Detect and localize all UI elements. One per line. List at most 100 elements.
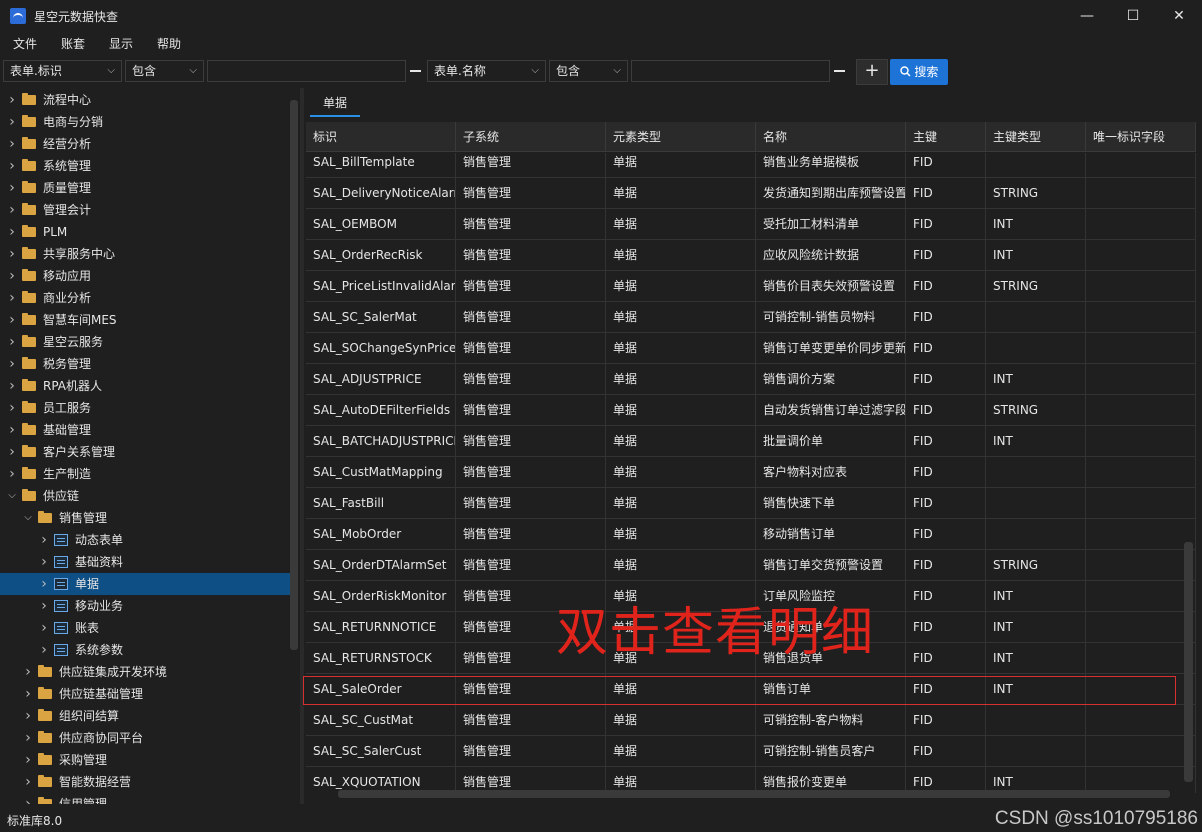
column-header[interactable]: 主键类型 [986,122,1086,152]
chevron-right-icon[interactable]: › [22,793,34,804]
column-header[interactable]: 子系统 [456,122,606,152]
table-row[interactable]: SAL_SC_SalerMat 销售管理 单据 可销控制-销售员物料 FID [306,302,1196,333]
tree-item[interactable]: ⌵ 销售管理 [0,507,290,529]
table-row[interactable]: SAL_SC_SalerCust 销售管理 单据 可销控制-销售员客户 FID [306,736,1196,767]
chevron-right-icon[interactable]: › [38,529,50,551]
tree-item[interactable]: › 税务管理 [0,353,290,375]
menu-help[interactable]: 帮助 [145,32,193,56]
column-header[interactable]: 唯一标识字段 [1086,122,1196,152]
tree-item[interactable]: › 组织间结算 [0,705,290,727]
tree-item[interactable]: › 供应链基础管理 [0,683,290,705]
tab-documents[interactable]: 单据 [310,91,360,117]
table-row[interactable]: SAL_ADJUSTPRICE 销售管理 单据 销售调价方案 FID INT [306,364,1196,395]
chevron-right-icon[interactable]: › [6,441,18,463]
value1-input[interactable] [207,60,406,82]
table-row[interactable]: SAL_FastBill 销售管理 单据 销售快速下单 FID [306,488,1196,519]
tree-item[interactable]: › 生产制造 [0,463,290,485]
chevron-right-icon[interactable]: › [22,749,34,771]
tree-item[interactable]: › 流程中心 [0,89,290,111]
chevron-down-icon[interactable]: ⌵ [6,485,18,507]
tree-item[interactable]: › 经营分析 [0,133,290,155]
minimize-button[interactable]: — [1064,0,1110,32]
table-row[interactable]: SAL_CustMatMapping 销售管理 单据 客户物料对应表 FID [306,457,1196,488]
table-row[interactable]: SAL_BillTemplate 销售管理 单据 销售业务单据模板 FID [306,153,1196,178]
chevron-right-icon[interactable]: › [6,309,18,331]
table-row[interactable]: SAL_PriceListInvalidAlarmSet销售管理单据销售价目表失… [306,271,1196,302]
tree-item[interactable]: › 电商与分销 [0,111,290,133]
table-row[interactable]: SAL_DeliveryNoticeAlarmSet销售管理单据发货通知到期出库… [306,178,1196,209]
table-row[interactable]: SAL_OrderDTAlarmSet 销售管理 单据 销售订单交货预警设置 FID ST… [306,550,1196,581]
grid-horizontal-scrollbar[interactable] [338,790,1170,798]
chevron-right-icon[interactable]: › [6,155,18,177]
tree-scrollbar[interactable] [290,100,298,650]
table-row[interactable]: SAL_SOChangeSynPrice 销售管理 单据 销售订单变更单价同步更新 FI… [306,333,1196,364]
column-header[interactable]: 名称 [756,122,906,152]
tree-item[interactable]: › 供应商协同平台 [0,727,290,749]
menu-view[interactable]: 显示 [97,32,145,56]
tree-item[interactable]: › 采购管理 [0,749,290,771]
tree-item[interactable]: › PLM [0,221,290,243]
chevron-right-icon[interactable]: › [22,727,34,749]
op2-select[interactable]: 包含 ⌵ [549,60,628,82]
value2-input[interactable] [631,60,830,82]
chevron-right-icon[interactable]: › [22,771,34,793]
search-button[interactable]: 搜索 [890,59,948,85]
chevron-right-icon[interactable]: › [6,331,18,353]
tree-item[interactable]: › 智慧车间MES [0,309,290,331]
menu-file[interactable]: 文件 [0,32,49,56]
chevron-right-icon[interactable]: › [6,133,18,155]
chevron-right-icon[interactable]: › [38,595,50,617]
column-header[interactable]: 主键 [906,122,986,152]
chevron-right-icon[interactable]: › [6,221,18,243]
chevron-down-icon[interactable]: ⌵ [22,507,34,529]
table-row[interactable]: SAL_OEMBOM 销售管理 单据 受托加工材料清单 FID INT [306,209,1196,240]
field2-select[interactable]: 表单.名称 ⌵ [427,60,546,82]
table-row[interactable]: SAL_OrderRecRisk 销售管理 单据 应收风险统计数据 FID INT [306,240,1196,271]
chevron-right-icon[interactable]: › [38,617,50,639]
chevron-right-icon[interactable]: › [38,551,50,573]
chevron-right-icon[interactable]: › [6,89,18,111]
tree-item[interactable]: › 共享服务中心 [0,243,290,265]
chevron-right-icon[interactable]: › [6,199,18,221]
chevron-right-icon[interactable]: › [6,419,18,441]
table-row[interactable]: SAL_BATCHADJUSTPRICE 销售管理 单据 批量调价单 FID INT [306,426,1196,457]
chevron-right-icon[interactable]: › [6,463,18,485]
tree-item[interactable]: › 信用管理 [0,793,290,804]
tree-item[interactable]: › 单据 [0,573,290,595]
tree-item[interactable]: › 员工服务 [0,397,290,419]
chevron-right-icon[interactable]: › [6,177,18,199]
tree-item[interactable]: › 管理会计 [0,199,290,221]
grid-vertical-scrollbar[interactable] [1184,542,1193,782]
pane-splitter[interactable] [300,88,304,804]
chevron-right-icon[interactable]: › [38,639,50,661]
chevron-right-icon[interactable]: › [22,705,34,727]
column-header[interactable]: 标识 [306,122,456,152]
table-row[interactable]: SAL_AutoDEFilterFields 销售管理 单据 自动发货销售订单过滤字段… [306,395,1196,426]
tree-item[interactable]: › 商业分析 [0,287,290,309]
maximize-button[interactable]: ☐ [1110,0,1156,32]
tree-item[interactable]: › 系统参数 [0,639,290,661]
tree-item[interactable]: › 客户关系管理 [0,441,290,463]
tree-item[interactable]: › 星空云服务 [0,331,290,353]
tree-item[interactable]: › 系统管理 [0,155,290,177]
chevron-right-icon[interactable]: › [6,287,18,309]
tree-item[interactable]: › 基础资料 [0,551,290,573]
tree-item[interactable]: › RPA机器人 [0,375,290,397]
tree-item[interactable]: › 智能数据经营 [0,771,290,793]
add-condition-button[interactable]: + [856,59,888,85]
menu-account[interactable]: 账套 [49,32,97,56]
chevron-right-icon[interactable]: › [6,353,18,375]
tree-item[interactable]: ⌵ 供应链 [0,485,290,507]
chevron-right-icon[interactable]: › [6,397,18,419]
field1-select[interactable]: 表单.标识 ⌵ [3,60,122,82]
tree-item[interactable]: › 移动业务 [0,595,290,617]
chevron-right-icon[interactable]: › [38,573,50,595]
chevron-right-icon[interactable]: › [6,243,18,265]
chevron-right-icon[interactable]: › [6,111,18,133]
table-row[interactable]: SAL_SaleOrder 销售管理 单据 销售订单 FID INT [306,674,1196,705]
chevron-right-icon[interactable]: › [22,661,34,683]
tree-item[interactable]: › 动态表单 [0,529,290,551]
table-row[interactable]: SAL_MobOrder 销售管理 单据 移动销售订单 FID [306,519,1196,550]
chevron-right-icon[interactable]: › [6,375,18,397]
tree-item[interactable]: › 质量管理 [0,177,290,199]
